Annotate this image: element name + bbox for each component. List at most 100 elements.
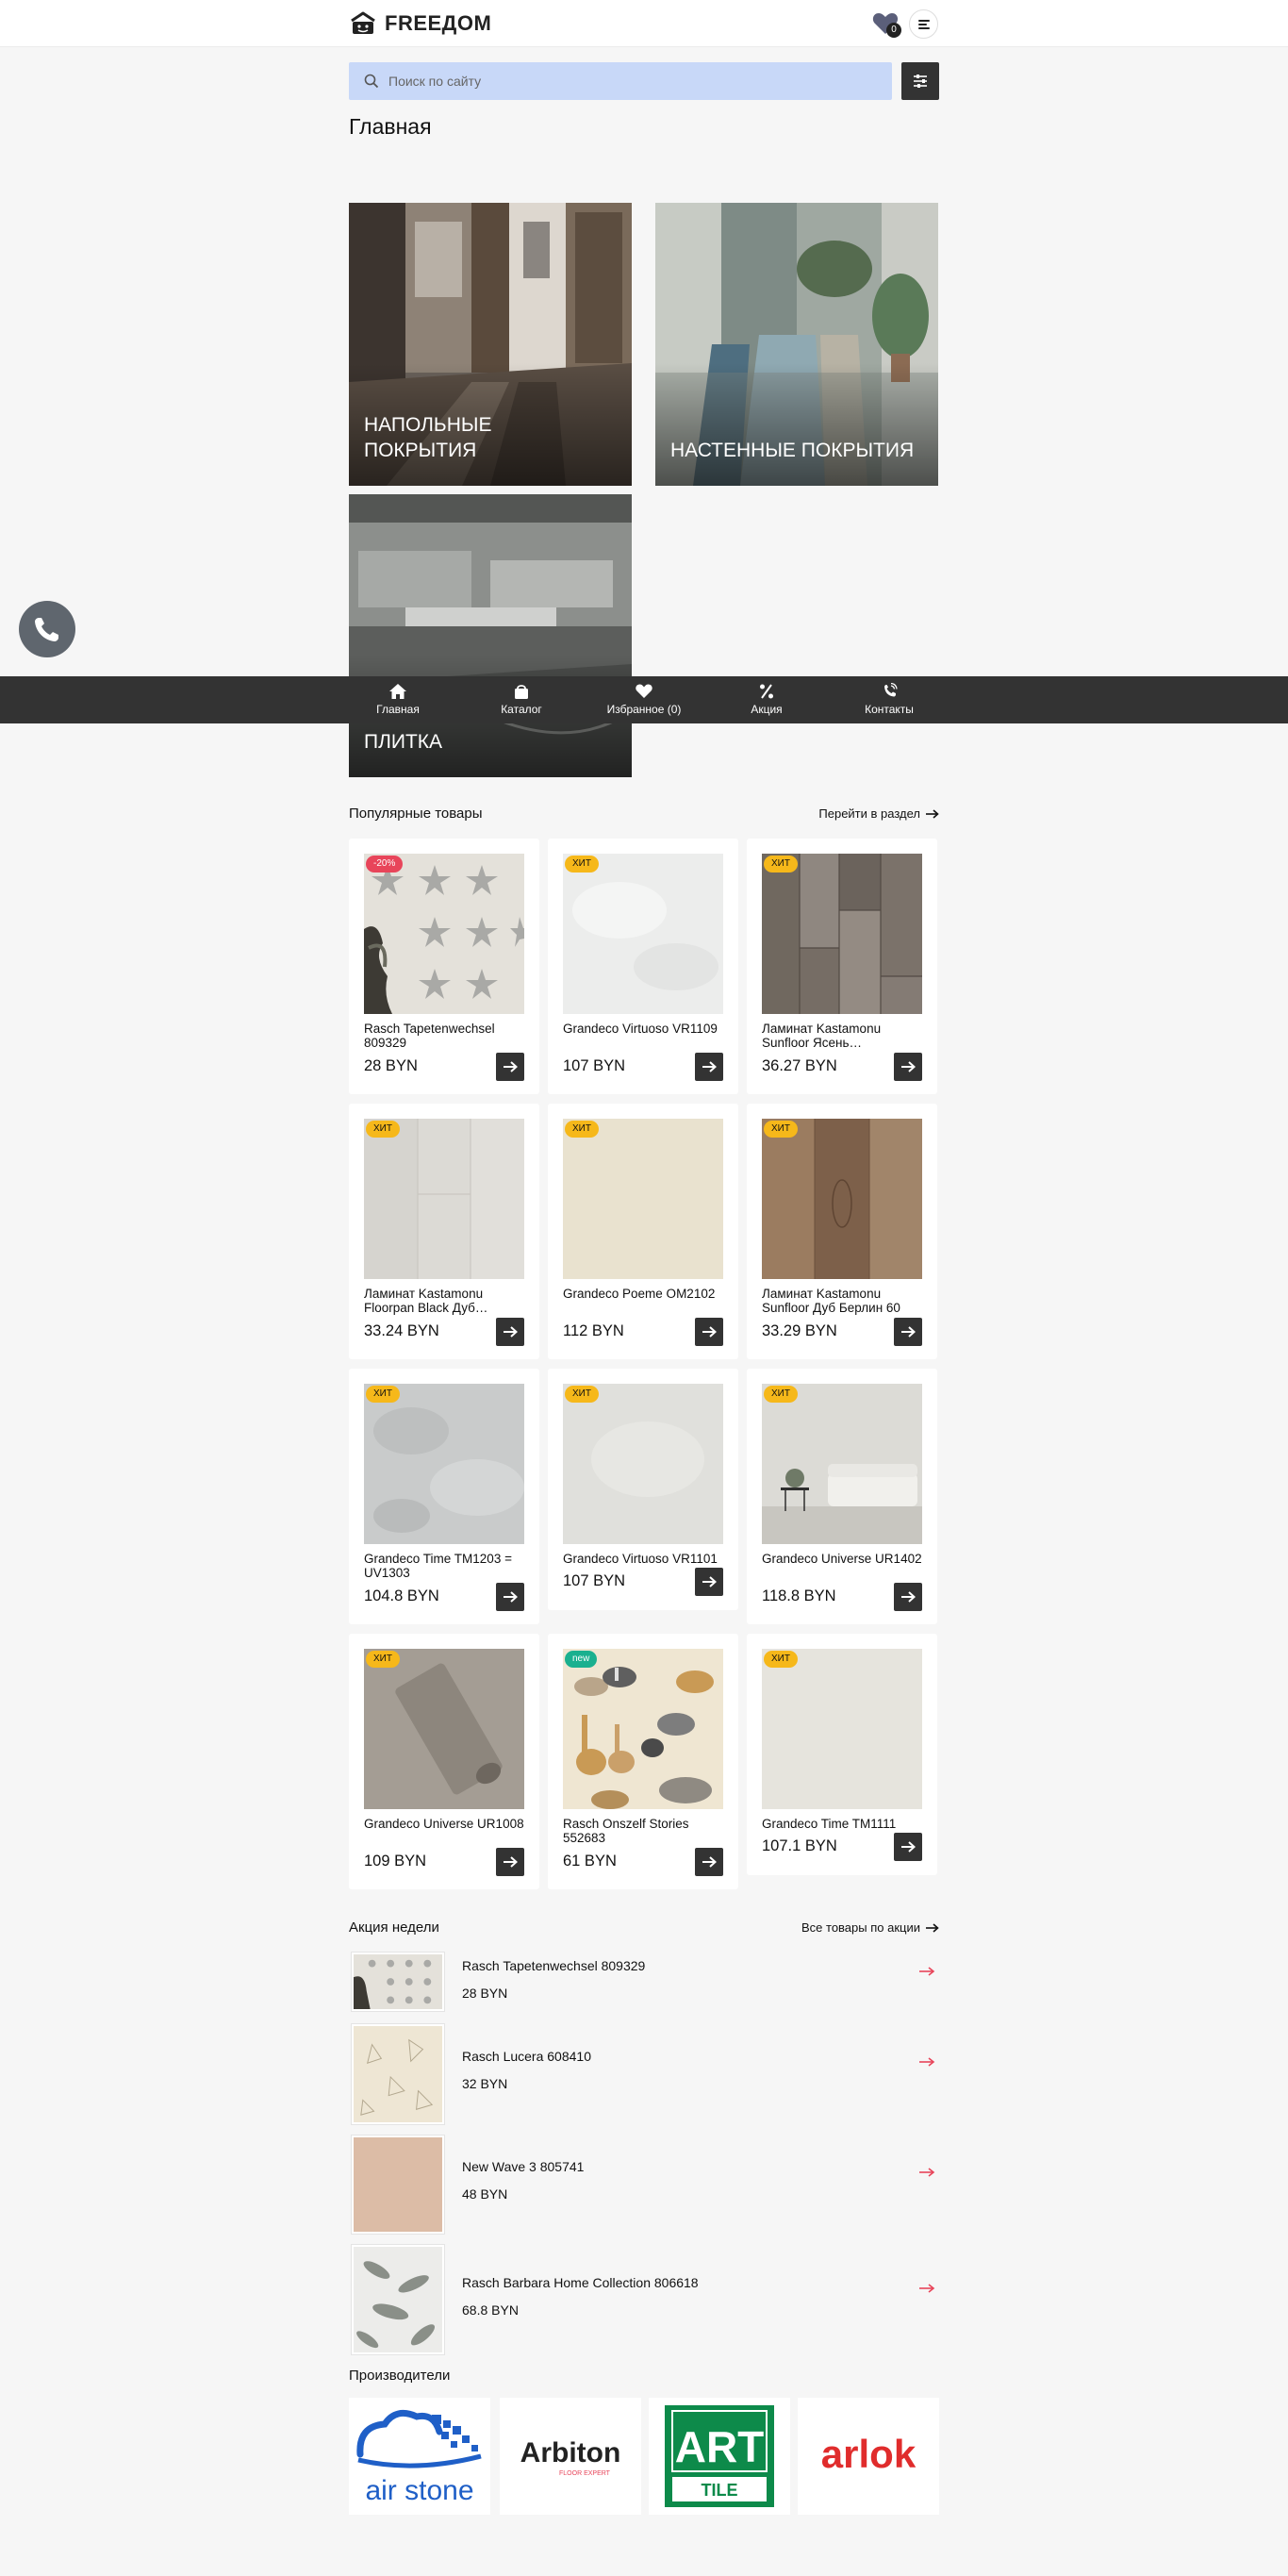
nav-label: Главная xyxy=(376,703,420,716)
taupe-roll-wallpaper-image xyxy=(364,1649,524,1809)
more-link-label: Перейти в раздел xyxy=(818,806,920,821)
product-card[interactable]: ХИТ Grandeco Universe UR1402 118.8 BYN xyxy=(747,1369,937,1624)
product-card[interactable]: ХИТ Grandeco Universe UR1008 109 BYN xyxy=(349,1634,539,1889)
arrow-right-icon xyxy=(926,808,939,819)
heart-icon xyxy=(636,684,652,698)
logo-text: FREEДОМ xyxy=(385,11,492,35)
deals-more-link[interactable]: Все товары по акции xyxy=(801,1920,939,1935)
arrow-right-icon xyxy=(504,1326,518,1338)
white-plaster-wallpaper-image xyxy=(563,854,723,1014)
filter-button[interactable] xyxy=(901,62,939,100)
product-open-button[interactable] xyxy=(496,1053,524,1081)
product-name: Grandeco Time TM1203 = UV1303 xyxy=(364,1552,512,1580)
product-card[interactable]: ХИТ Grandeco Virtuoso VR1109 107 BYN xyxy=(548,839,738,1094)
category-tile-wall[interactable]: НАСТЕННЫЕ ПОКРЫТИЯ xyxy=(655,203,938,486)
deal-item[interactable]: Rasch Barbara Home Collection 806618 68.… xyxy=(349,2244,939,2355)
product-open-button[interactable] xyxy=(496,1318,524,1346)
hit-badge: ХИТ xyxy=(764,856,798,873)
arrow-right-icon xyxy=(702,1326,717,1338)
brand-logo-arlok[interactable]: arlok xyxy=(798,2398,939,2515)
product-card[interactable]: ХИТ Grandeco Virtuoso VR1101 107 BYN xyxy=(548,1369,738,1610)
product-name: Ламинат Kastamonu Floorpan Black Дуб… xyxy=(364,1287,488,1315)
sliders-icon xyxy=(914,75,927,88)
deal-item[interactable]: New Wave 3 805741 48 BYN xyxy=(349,2135,939,2235)
tile-shade xyxy=(655,363,938,486)
interior-wallpaper-image xyxy=(762,1384,922,1544)
header-favorites-button[interactable]: 0 xyxy=(871,9,901,38)
product-open-button[interactable] xyxy=(894,1833,922,1861)
call-button[interactable] xyxy=(19,601,75,657)
arrow-right-icon xyxy=(919,1967,935,1976)
deal-price: 32 BYN xyxy=(462,2076,508,2091)
search-icon xyxy=(364,74,379,89)
arrow-right-icon xyxy=(901,1841,916,1853)
product-open-button[interactable] xyxy=(496,1848,524,1876)
product-card[interactable]: new Rasch Onszelf Stories 552683 61 BYN xyxy=(548,1634,738,1889)
brand-logo-airstone[interactable]: air stone xyxy=(349,2398,490,2515)
arrow-right-icon xyxy=(919,2284,935,2293)
menu-icon-line xyxy=(918,27,930,29)
arrow-right-icon xyxy=(901,1061,916,1072)
product-open-button[interactable] xyxy=(695,1053,723,1081)
product-card[interactable]: ХИТ Grandeco Poeme OM2102 112 BYN xyxy=(548,1104,738,1359)
page-title: Главная xyxy=(349,114,432,139)
product-card[interactable]: -20% Rasch Tapetenwechsel 809329 28 BYN xyxy=(349,839,539,1094)
product-card[interactable]: ХИТ Ламинат Kastamonu Sunfloor Ясень… 36… xyxy=(747,839,937,1094)
category-tile-tile[interactable]: ПЛИТКА xyxy=(349,494,632,777)
product-card[interactable]: ХИТ Ламинат Kastamonu Sunfloor Дуб Берли… xyxy=(747,1104,937,1359)
product-open-button[interactable] xyxy=(695,1318,723,1346)
animals-wallpaper-image xyxy=(563,1649,723,1809)
deal-name: New Wave 3 805741 xyxy=(462,2159,585,2174)
search-input[interactable] xyxy=(388,62,879,100)
deal-thumbnail xyxy=(351,2023,445,2125)
product-name: Grandeco Universe UR1402 xyxy=(762,1552,922,1566)
product-price: 36.27 BYN xyxy=(762,1057,837,1074)
brand-logo-arttile[interactable]: ART TILE xyxy=(649,2398,790,2515)
product-name: Grandeco Time TM1111 xyxy=(762,1817,897,1831)
product-name: Ламинат Kastamonu Sunfloor Дуб Берлин 60 xyxy=(762,1287,900,1315)
arrow-right-icon xyxy=(901,1591,916,1603)
category-label: НАСТЕННЫЕ ПОКРЫТИЯ xyxy=(670,440,915,461)
deal-item[interactable]: Rasch Tapetenwechsel 809329 28 BYN xyxy=(349,1952,939,2014)
nav-label: Контакты xyxy=(865,703,914,716)
popular-more-link[interactable]: Перейти в раздел xyxy=(818,806,939,821)
site-header: FREEДОМ 0 xyxy=(0,0,1288,47)
brand-name: ART xyxy=(675,2422,765,2471)
hit-badge: ХИТ xyxy=(565,1121,599,1138)
nav-contacts[interactable]: Контакты xyxy=(837,676,941,723)
concrete-wallpaper-image xyxy=(364,1384,524,1544)
nav-sale[interactable]: Акция xyxy=(715,676,818,723)
product-image: ХИТ xyxy=(762,854,922,1014)
deal-item[interactable]: Rasch Lucera 608410 32 BYN xyxy=(349,2023,939,2125)
brand-logo-arbiton[interactable]: Arbiton FLOOR EXPERT xyxy=(500,2398,641,2515)
product-open-button[interactable] xyxy=(894,1318,922,1346)
laminate-grey-oak-image xyxy=(364,1119,524,1279)
phone-icon xyxy=(35,618,58,641)
nav-label: Акция xyxy=(751,703,783,716)
product-card[interactable]: ХИТ Grandeco Time TM1203 = UV1303 104.8 … xyxy=(349,1369,539,1624)
product-open-button[interactable] xyxy=(894,1583,922,1611)
product-price: 33.24 BYN xyxy=(364,1322,439,1339)
nav-catalog[interactable]: Каталог xyxy=(470,676,573,723)
product-open-button[interactable] xyxy=(496,1583,524,1611)
laminate-ash-image xyxy=(762,854,922,1014)
product-name: Ламинат Kastamonu Sunfloor Ясень… xyxy=(762,1022,882,1050)
percent-icon xyxy=(760,684,773,699)
product-card[interactable]: ХИТ Ламинат Kastamonu Floorpan Black Дуб… xyxy=(349,1104,539,1359)
stars-wallpaper-image xyxy=(364,854,524,1014)
nav-home[interactable]: Главная xyxy=(346,676,450,723)
product-image: ХИТ xyxy=(762,1649,922,1809)
product-card[interactable]: ХИТ Grandeco Time TM1111 107.1 BYN xyxy=(747,1634,937,1875)
product-open-button[interactable] xyxy=(695,1568,723,1596)
site-logo[interactable]: FREEДОМ xyxy=(349,11,491,36)
product-price: 107 BYN xyxy=(563,1057,626,1074)
nav-favorites[interactable]: Избранное (0) xyxy=(592,676,696,723)
product-price: 33.29 BYN xyxy=(762,1322,837,1339)
product-open-button[interactable] xyxy=(695,1848,723,1876)
category-tile-floor[interactable]: НАПОЛЬНЫЕ ПОКРЫТИЯ xyxy=(349,203,632,486)
product-open-button[interactable] xyxy=(894,1053,922,1081)
hit-badge: ХИТ xyxy=(565,1386,599,1403)
favorites-count-badge: 0 xyxy=(886,23,901,38)
product-image: ХИТ xyxy=(364,1384,524,1544)
menu-button[interactable] xyxy=(909,9,938,39)
